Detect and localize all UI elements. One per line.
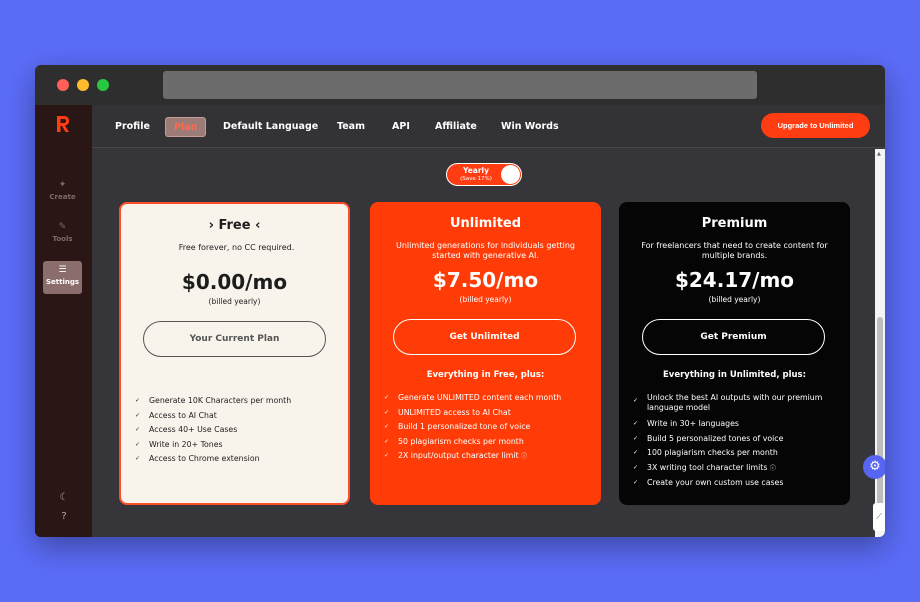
feature-item: ✓ UNLIMITED access to AI Chat [384,406,589,421]
plan-card-premium: Premium For freelancers that need to cre… [619,202,850,505]
check-icon: ✓ [135,440,141,448]
feature-item: ✓ Generate 10K Characters per month [135,394,340,409]
sidebar-item-tools[interactable]: ✎ Tools [43,222,82,243]
plan-billing-note: (billed yearly) [708,295,761,304]
address-bar[interactable] [163,71,757,99]
moon-icon[interactable]: ☾ [57,492,71,503]
plan-name: Unlimited [449,216,522,231]
plan-card-unlimited: Unlimited Unlimited generations for indi… [370,202,601,505]
feature-item: ✓ Write in 30+ languages [633,417,838,432]
plan-description: Unlimited generations for individuals ge… [395,241,575,260]
plan-price: $7.50/mo [432,268,539,292]
toggle-label-yearly: Yearly [462,166,490,175]
gear-icon[interactable]: ⚙ [863,455,885,479]
current-plan-button[interactable]: Your Current Plan [143,321,326,357]
feature-item: ✓ Generate UNLIMITED content each month [384,391,589,406]
feature-item: ✓ Access to AI Chat [135,409,340,424]
check-icon: ✓ [135,397,141,404]
feature-list: ✓ Generate 10K Characters per month ✓ Acce… [135,394,340,467]
check-icon: ✓ [384,452,390,459]
get-unlimited-button[interactable]: Get Unlimited [393,319,576,355]
feature-item: ✓ 2X input/output character limit ⓘ [384,449,589,465]
check-icon: ✓ [633,397,639,404]
sidebar: ✦ Create ✎ Tools ☰ Settings ☾ ? [35,105,92,537]
sidebar-item-label: Settings [45,278,80,286]
browser-window: ✦ Create ✎ Tools ☰ Settings ☾ ? Profile … [35,65,885,537]
check-icon: ✓ [384,437,390,445]
scroll-up-arrow-icon[interactable]: ▲ [877,151,881,157]
plan-description: Free forever, no CC required. [178,243,295,252]
tab-win-words[interactable]: Win Words [501,117,559,137]
features-heading: Everything in Free, plus: [426,370,545,380]
feature-item: ✓ 100 plagiarism checks per month [633,446,838,461]
check-icon: ✓ [384,423,390,430]
plan-price: $24.17/mo [674,268,795,292]
plan-title: › Free ‹ [208,218,261,233]
feature-item: ✓ Write in 20+ Tones [135,438,340,453]
tab-api[interactable]: API [392,117,410,137]
sparkle-icon: ✦ [58,180,67,190]
feature-item: ✓ 50 plagiarism checks per month [384,435,589,450]
info-icon[interactable]: ⓘ [521,453,527,460]
minimize-window-button[interactable] [77,79,89,91]
tab-plan[interactable]: Plan [165,117,207,137]
feature-item: ✓ Build 5 personalized tones of voice [633,432,838,447]
settings-tab-bar: Profile Plan Default Language Team API A… [92,105,885,148]
sidebar-item-create[interactable]: ✦ Create [43,180,82,201]
check-icon: ✓ [633,420,639,427]
maximize-window-button[interactable] [97,79,109,91]
sidebar-item-settings[interactable]: ☰ Settings [43,261,82,294]
plan-billing-note: (billed yearly) [459,295,512,304]
tab-default-language[interactable]: Default Language [223,117,318,137]
check-icon: ✓ [384,408,390,416]
feature-item: ✓ 3X writing tool character limits ⓘ [633,461,838,477]
feature-list: ✓ Unlock the best AI outputs with our pre… [633,391,838,491]
edge-expand-tab[interactable]: ⟋ [873,503,885,531]
help-icon[interactable]: ? [57,511,71,522]
plan-name: Free [218,218,251,233]
feature-item: ✓ Access to Chrome extension [135,452,340,467]
app-logo[interactable] [55,115,71,133]
feature-item: ✓ Access 40+ Use Cases [135,423,340,438]
sliders-icon: ☰ [58,265,67,275]
tab-team[interactable]: Team [337,117,365,137]
tab-affiliate[interactable]: Affiliate [435,117,477,137]
check-icon: ✓ [384,394,390,401]
features-heading: Everything in Unlimited, plus: [662,370,807,380]
title-bar [35,65,885,105]
sidebar-item-label: Tools [52,235,73,243]
plan-card-free: › Free ‹ Free forever, no CC required. $… [119,202,350,505]
plan-name: Premium [701,216,768,231]
check-icon: ✓ [633,463,639,471]
check-icon: ✓ [633,434,639,442]
toggle-label-savings: (Save 17%) [460,176,492,182]
check-icon: ✓ [135,411,141,419]
feature-item: ✓ Create your own custom use cases [633,476,838,491]
feature-list: ✓ Generate UNLIMITED content each month ✓… [384,391,589,465]
check-icon: ✓ [633,449,639,456]
tab-profile[interactable]: Profile [115,117,150,137]
close-window-button[interactable] [57,79,69,91]
get-premium-button[interactable]: Get Premium [642,319,825,355]
upgrade-button[interactable]: Upgrade to Unlimited [761,113,870,138]
billing-period-toggle[interactable]: Yearly (Save 17%) [446,163,522,186]
toggle-label: Yearly (Save 17%) [453,167,499,183]
plan-page: Yearly (Save 17%) › Free ‹ Free forever,… [92,149,875,537]
plan-billing-note: (billed yearly) [208,297,261,306]
check-icon: ✓ [135,455,141,462]
info-icon[interactable]: ⓘ [770,465,776,472]
wrench-icon: ✎ [58,222,67,232]
feature-item: ✓ Build 1 personalized tone of voice [384,420,589,435]
feature-item: ✓ Unlock the best AI outputs with our pre… [633,393,823,412]
check-icon: ✓ [633,479,639,486]
sidebar-item-label: Create [49,193,76,201]
plan-description: For freelancers that need to create cont… [641,241,828,260]
check-icon: ✓ [135,426,141,433]
plan-price: $0.00/mo [181,270,288,294]
toggle-knob[interactable] [501,165,520,184]
